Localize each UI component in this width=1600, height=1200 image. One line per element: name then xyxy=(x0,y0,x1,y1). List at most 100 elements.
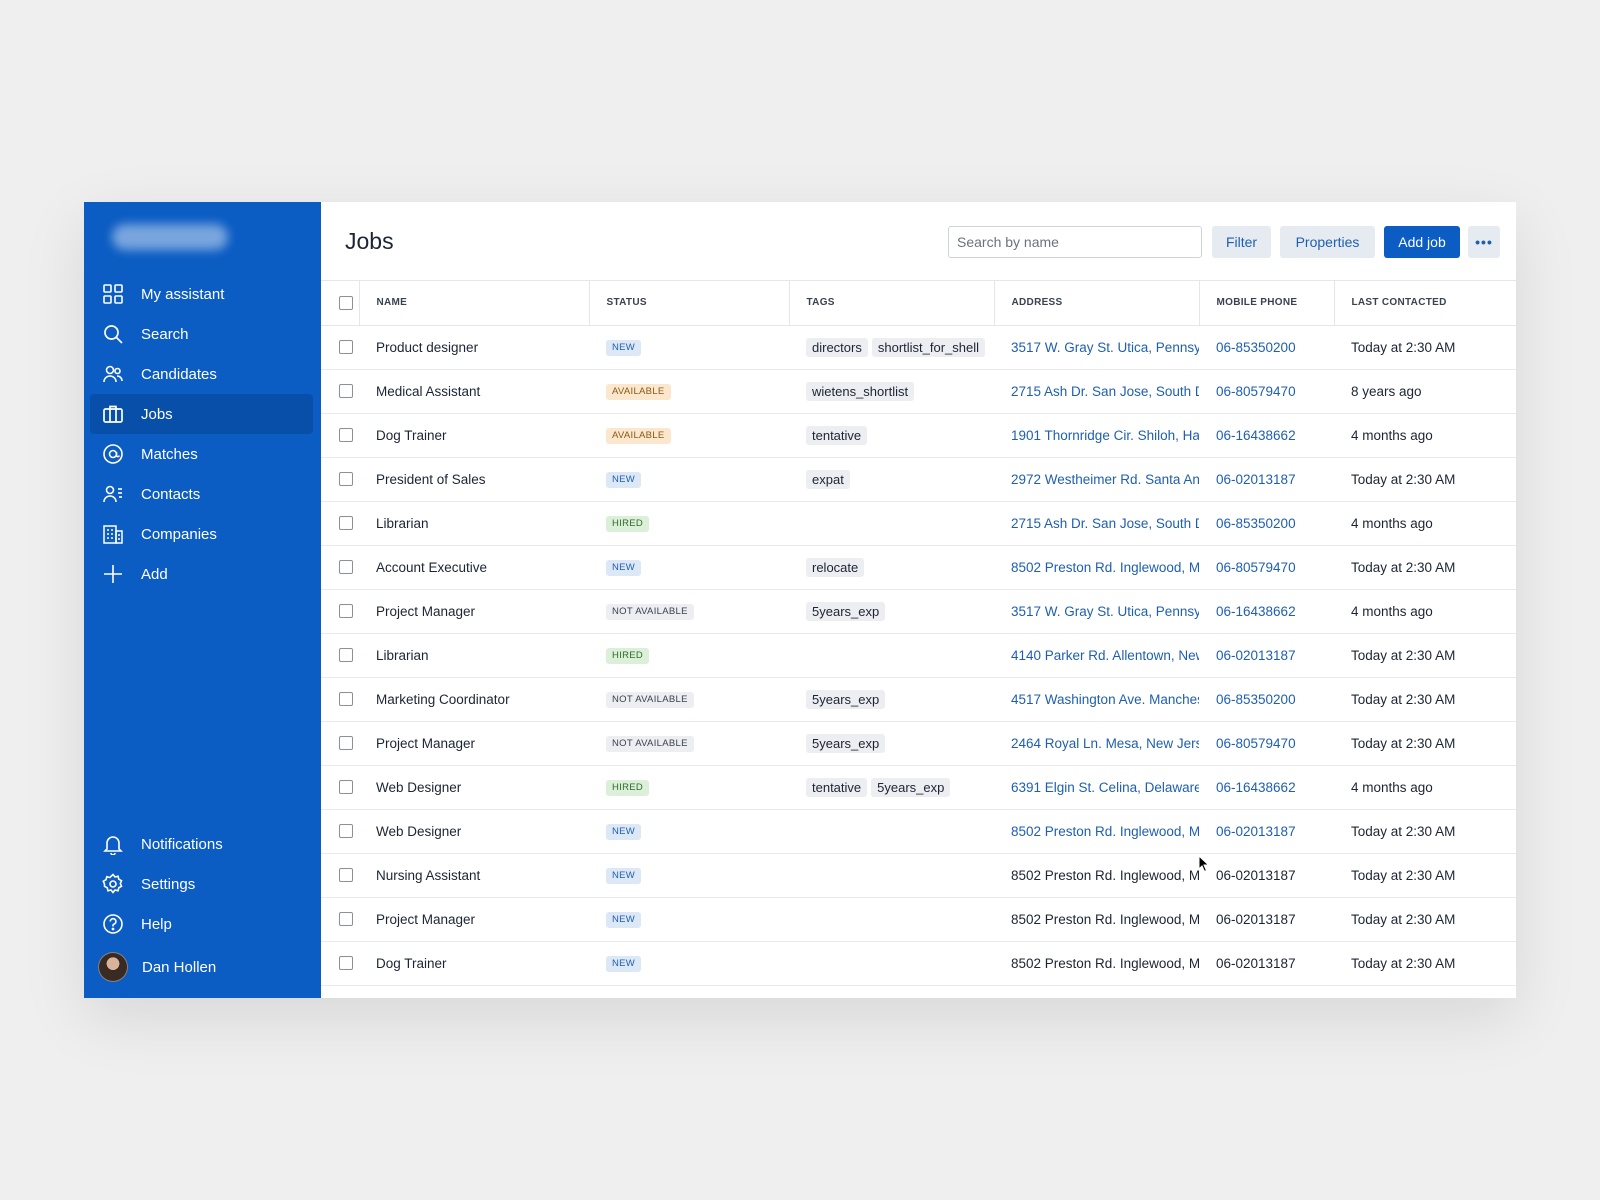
row-checkbox[interactable] xyxy=(339,648,353,662)
job-name[interactable]: Librarian xyxy=(359,501,589,546)
phone-link[interactable]: 06-02013187 xyxy=(1199,809,1334,854)
table-row[interactable]: Project Manager NOT AVAILABLE 5years_exp 24… xyxy=(321,721,1516,766)
tag-chip[interactable]: 5years_exp xyxy=(806,601,886,621)
row-checkbox[interactable] xyxy=(339,428,353,442)
sidebar-item-search[interactable]: Search xyxy=(90,314,313,354)
search-input[interactable] xyxy=(948,226,1202,258)
job-name[interactable]: President of Sales xyxy=(359,457,589,502)
job-name[interactable]: Web Designer xyxy=(359,765,589,810)
tag-chip[interactable]: directors xyxy=(806,337,868,357)
job-name[interactable]: Dog Trainer xyxy=(359,941,589,986)
phone-link[interactable]: 06-16438662 xyxy=(1199,589,1334,634)
column-header-mobile-phone[interactable]: MOBILE PHONE xyxy=(1198,281,1334,326)
address-link[interactable]: 2715 Ash Dr. San Jose, South Dakota xyxy=(994,369,1199,414)
tag-chip[interactable]: wietens_shortlist xyxy=(806,381,915,401)
address-link[interactable]: 2972 Westheimer Rd. Santa Ana xyxy=(994,457,1199,502)
job-name[interactable]: Librarian xyxy=(359,633,589,678)
sidebar-item-notifications[interactable]: Notifications xyxy=(90,824,313,864)
row-checkbox[interactable] xyxy=(339,384,353,398)
job-name[interactable]: Product designer xyxy=(359,325,589,370)
row-checkbox[interactable] xyxy=(339,912,353,926)
table-row[interactable]: Marketing Coordinator NOT AVAILABLE 5years… xyxy=(321,677,1516,722)
tag-chip[interactable]: 5years_exp xyxy=(871,777,951,797)
address-link[interactable]: 3517 W. Gray St. Utica, Pennsylvania xyxy=(994,325,1199,370)
sidebar-item-jobs[interactable]: Jobs xyxy=(90,394,313,434)
sidebar-item-my-assistant[interactable]: My assistant xyxy=(90,274,313,314)
row-checkbox[interactable] xyxy=(339,824,353,838)
more-options-button[interactable]: ••• xyxy=(1468,226,1500,258)
job-name[interactable]: Account Executive xyxy=(359,545,589,590)
row-checkbox[interactable] xyxy=(339,604,353,618)
job-name[interactable]: Web Designer xyxy=(359,809,589,854)
column-header-address[interactable]: ADDRESS xyxy=(993,281,1199,326)
table-row[interactable]: Librarian HIRED 4140 Parker Rd. Allentown,… xyxy=(321,633,1516,678)
phone-link[interactable]: 06-85350200 xyxy=(1199,677,1334,722)
sidebar-item-matches[interactable]: Matches xyxy=(90,434,313,474)
phone-link[interactable]: 06-80579470 xyxy=(1199,721,1334,766)
row-checkbox[interactable] xyxy=(339,868,353,882)
tag-chip[interactable]: shortlist_for_shell xyxy=(871,337,986,357)
table-row[interactable]: Medical Assistant AVAILABLE wietens_shortl… xyxy=(321,369,1516,414)
job-name[interactable]: Nursing Assistant xyxy=(359,853,589,898)
row-checkbox[interactable] xyxy=(339,780,353,794)
user-profile[interactable]: Dan Hollen xyxy=(98,952,216,982)
table-row[interactable]: Project Manager NOT AVAILABLE 5years_exp 35… xyxy=(321,589,1516,634)
job-name[interactable]: Project Manager xyxy=(359,589,589,634)
job-name[interactable]: Project Manager xyxy=(359,721,589,766)
tag-chip[interactable]: 5years_exp xyxy=(806,733,886,753)
table-row[interactable]: President of Sales NEW expat 2972 Westheime… xyxy=(321,457,1516,502)
address-link[interactable]: 4517 Washington Ave. Manchester xyxy=(994,677,1199,722)
address-link[interactable]: 2715 Ash Dr. San Jose, South Dakota xyxy=(994,501,1199,546)
phone-link[interactable]: 06-80579470 xyxy=(1199,545,1334,590)
sidebar-item-candidates[interactable]: Candidates xyxy=(90,354,313,394)
sidebar-item-add[interactable]: Add xyxy=(90,554,313,594)
address-link[interactable]: 8502 Preston Rd. Inglewood, Maine xyxy=(994,545,1199,590)
address-link[interactable]: 6391 Elgin St. Celina, Delaware xyxy=(994,765,1199,810)
job-name[interactable]: Marketing Coordinator xyxy=(359,677,589,722)
job-name[interactable]: Project Manager xyxy=(359,897,589,942)
add-job-button[interactable]: Add job xyxy=(1384,226,1460,258)
phone-link[interactable]: 06-02013187 xyxy=(1199,633,1334,678)
table-row[interactable]: Dog Trainer NEW 8502 Preston Rd. Inglewood… xyxy=(321,941,1516,986)
job-name[interactable]: Medical Assistant xyxy=(359,369,589,414)
address-link[interactable]: 8502 Preston Rd. Inglewood, Maine xyxy=(994,809,1199,854)
table-row[interactable]: Web Designer HIRED tentative 5years_exp 6391… xyxy=(321,765,1516,810)
row-checkbox[interactable] xyxy=(339,692,353,706)
phone-link[interactable]: 06-85350200 xyxy=(1199,325,1334,370)
table-row[interactable]: Web Designer NEW 8502 Preston Rd. Inglewoo… xyxy=(321,809,1516,854)
column-header-status[interactable]: STATUS xyxy=(588,281,789,326)
table-row[interactable]: Account Executive NEW relocate 8502 Preston… xyxy=(321,545,1516,590)
address-link[interactable]: 2464 Royal Ln. Mesa, New Jersey xyxy=(994,721,1199,766)
column-header-tags[interactable]: TAGS xyxy=(788,281,994,326)
address-link[interactable]: 3517 W. Gray St. Utica, Pennsylvania xyxy=(994,589,1199,634)
address-link[interactable]: 1901 Thornridge Cir. Shiloh, Hawaii xyxy=(994,413,1199,458)
filter-button[interactable]: Filter xyxy=(1212,226,1271,258)
row-checkbox[interactable] xyxy=(339,516,353,530)
properties-button[interactable]: Properties xyxy=(1280,226,1375,258)
tag-chip[interactable]: tentative xyxy=(806,425,868,445)
phone-link[interactable]: 06-80579470 xyxy=(1199,369,1334,414)
tag-chip[interactable]: tentative xyxy=(806,777,868,797)
table-row[interactable]: Product designer NEW directors shortlist_fo… xyxy=(321,325,1516,370)
address-link[interactable]: 4140 Parker Rd. Allentown, New Mexico xyxy=(994,633,1199,678)
table-row[interactable]: Dog Trainer AVAILABLE tentative 1901 Thornr… xyxy=(321,413,1516,458)
sidebar-item-help[interactable]: Help xyxy=(90,904,313,944)
phone-link[interactable]: 06-16438662 xyxy=(1199,765,1334,810)
row-checkbox[interactable] xyxy=(339,472,353,486)
phone-link[interactable]: 06-85350200 xyxy=(1199,501,1334,546)
phone-link[interactable]: 06-02013187 xyxy=(1199,457,1334,502)
select-all-checkbox[interactable] xyxy=(339,295,353,310)
row-checkbox[interactable] xyxy=(339,340,353,354)
column-header-name[interactable]: NAME xyxy=(358,281,589,326)
sidebar-item-companies[interactable]: Companies xyxy=(90,514,313,554)
column-header-last-contacted[interactable]: LAST CONTACTED xyxy=(1333,281,1516,326)
tag-chip[interactable]: 5years_exp xyxy=(806,689,886,709)
phone-link[interactable]: 06-16438662 xyxy=(1199,413,1334,458)
row-checkbox[interactable] xyxy=(339,736,353,750)
sidebar-item-contacts[interactable]: Contacts xyxy=(90,474,313,514)
table-row[interactable]: Librarian HIRED 2715 Ash Dr. San Jose, Sou… xyxy=(321,501,1516,546)
table-row[interactable]: Nursing Assistant NEW 8502 Preston Rd. Ing… xyxy=(321,853,1516,898)
job-name[interactable]: Dog Trainer xyxy=(359,413,589,458)
sidebar-item-settings[interactable]: Settings xyxy=(90,864,313,904)
table-row[interactable]: Project Manager NEW 8502 Preston Rd. Ingle… xyxy=(321,897,1516,942)
